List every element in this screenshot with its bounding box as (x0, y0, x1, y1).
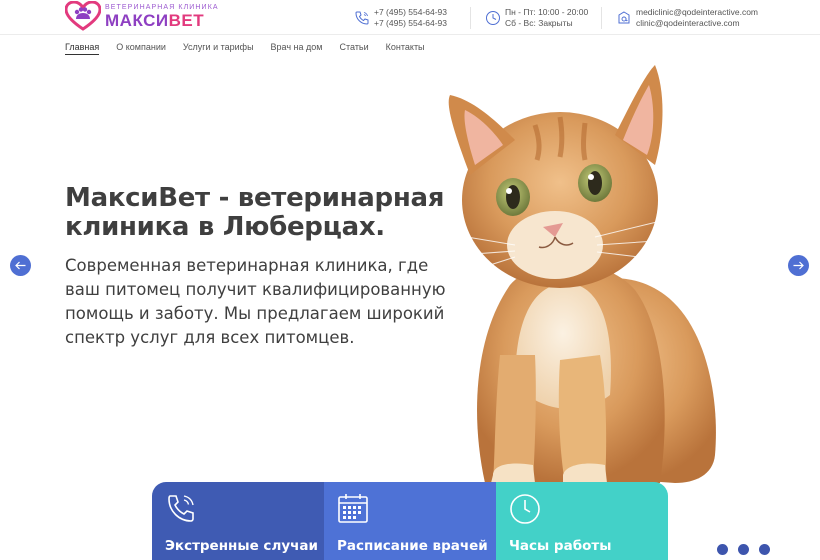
phone-2[interactable]: +7 (495) 554-64-93 (374, 18, 447, 29)
slider-dot[interactable] (717, 544, 728, 555)
slider-prev-button[interactable] (10, 255, 31, 276)
clock-icon (510, 494, 540, 524)
card-schedule[interactable]: Расписание врачей (324, 482, 496, 560)
phone-contact[interactable]: +7 (495) 554-64-93 +7 (495) 554-64-93 (354, 7, 447, 29)
slider-dot[interactable] (738, 544, 749, 555)
hours-weekdays: Пн - Пт: 10:00 - 20:00 (505, 7, 589, 17)
hours-contact: Пн - Пт: 10:00 - 20:00 Сб - Вс: Закрыты (485, 7, 588, 29)
slider-next-button[interactable] (788, 255, 809, 276)
logo-name-part1: МАКСИ (105, 10, 169, 30)
email-1[interactable]: mediclinic@qodeinteractive.com (636, 7, 758, 18)
card-title: Расписание врачей (337, 538, 488, 554)
calendar-icon (338, 494, 368, 523)
email-2[interactable]: clinic@qodeinteractive.com (636, 18, 758, 29)
heart-paw-logo-icon (65, 1, 101, 31)
nav-item-about[interactable]: О компании (116, 42, 166, 55)
header-divider (601, 7, 602, 29)
logo-subtitle: ВЕТЕРИНАРНАЯ КЛИНИКА (105, 3, 219, 11)
card-title: Экстренные случаи (165, 538, 318, 554)
clock-icon (486, 11, 500, 25)
slider-pagination (717, 544, 770, 555)
phone-icon (355, 11, 369, 25)
phone-icon (168, 495, 194, 522)
card-title: Часы работы (509, 538, 612, 554)
nav-item-articles[interactable]: Статьи (339, 42, 368, 55)
card-hours[interactable]: Часы работы (496, 482, 668, 560)
hero-subtitle: Современная ветеринарная клиника, где ва… (65, 256, 446, 347)
hours-weekend: Сб - Вс: Закрыты (505, 18, 573, 28)
logo[interactable]: ВЕТЕРИНАРНАЯ КЛИНИКА МАКСИВЕТ (65, 1, 219, 31)
main-nav: Главная О компании Услуги и тарифы Врач … (65, 42, 425, 55)
nav-item-home[interactable]: Главная (65, 42, 100, 55)
email-contact[interactable]: mediclinic@qodeinteractive.com clinic@qo… (616, 7, 758, 29)
nav-item-contacts[interactable]: Контакты (386, 42, 425, 55)
hero-title: МаксиВет - ветеринарная клиника в Люберц… (65, 183, 445, 242)
card-emergency[interactable]: Экстренные случаи (152, 482, 324, 560)
email-at-icon (618, 11, 630, 24)
slider-dot[interactable] (759, 544, 770, 555)
logo-name-part2: ВЕТ (168, 10, 205, 30)
logo-name: МАКСИВЕТ (105, 12, 219, 29)
nav-item-home-visit[interactable]: Врач на дом (271, 42, 323, 55)
feature-cards: Экстренные случаи Расписание врачей Часы… (152, 482, 668, 560)
header-divider (470, 7, 471, 29)
arrow-right-icon (793, 261, 804, 270)
phone-1[interactable]: +7 (495) 554-64-93 (374, 7, 447, 18)
site-header: ВЕТЕРИНАРНАЯ КЛИНИКА МАКСИВЕТ +7 (495) 5… (0, 0, 820, 35)
nav-item-services[interactable]: Услуги и тарифы (183, 42, 254, 55)
arrow-left-icon (15, 261, 26, 270)
